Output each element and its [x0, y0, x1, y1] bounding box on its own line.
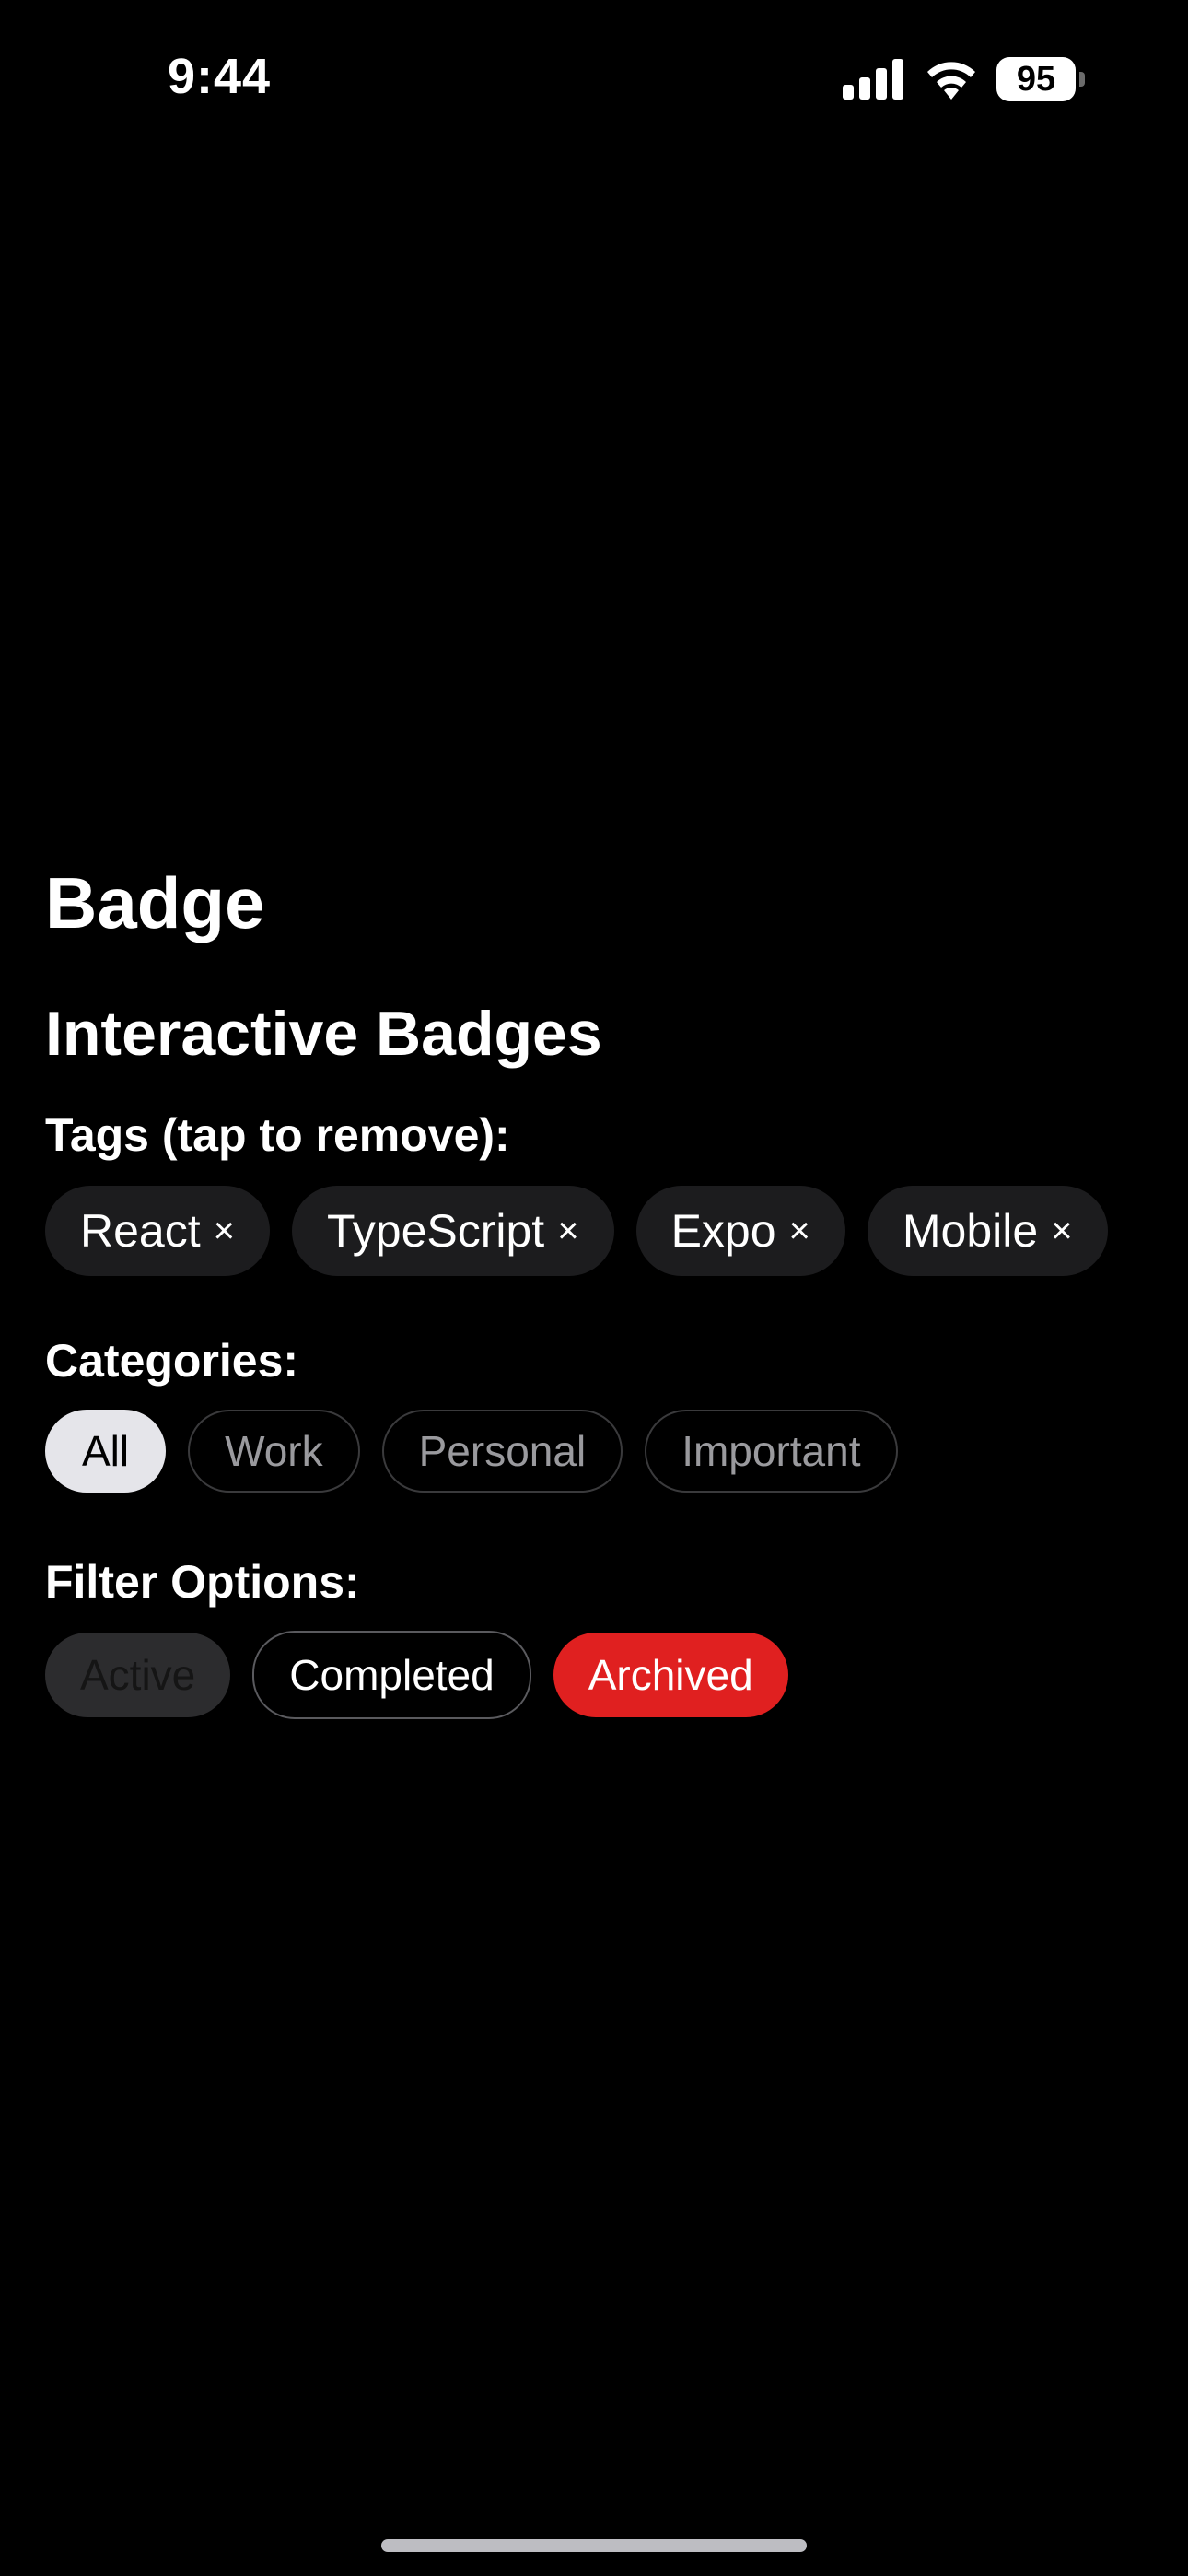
home-indicator[interactable]	[381, 2539, 807, 2552]
filters-label: Filter Options:	[45, 1556, 360, 1608]
battery-tip	[1079, 72, 1085, 87]
close-icon[interactable]: ×	[1051, 1212, 1072, 1249]
filter-badge-active[interactable]: Active	[45, 1633, 231, 1717]
filter-badge-archived[interactable]: Archived	[553, 1633, 788, 1717]
status-time: 9:44	[168, 49, 272, 104]
close-icon[interactable]: ×	[789, 1212, 810, 1249]
page-title: Badge	[45, 862, 265, 943]
tag-badge-mobile[interactable]: Mobile ×	[867, 1186, 1108, 1276]
category-badge-important[interactable]: Important	[645, 1410, 898, 1493]
signal-icon	[843, 59, 903, 100]
section-title: Interactive Badges	[45, 999, 602, 1069]
tag-badge-expo[interactable]: Expo ×	[635, 1186, 845, 1276]
category-badge-work[interactable]: Work	[188, 1410, 360, 1493]
tag-label: React	[80, 1205, 201, 1257]
wifi-icon	[927, 62, 975, 100]
tag-label: Mobile	[902, 1205, 1039, 1257]
battery-icon: 95	[996, 57, 1085, 101]
close-icon[interactable]: ×	[214, 1212, 235, 1249]
filters-row: Active Completed Archived	[45, 1631, 788, 1719]
filter-badge-completed[interactable]: Completed	[252, 1631, 531, 1719]
status-bar: 9:44 95	[0, 0, 1188, 157]
tag-label: TypeScript	[326, 1205, 545, 1257]
tags-row: React × TypeScript × Expo × Mobile ×	[45, 1186, 1108, 1276]
tag-badge-react[interactable]: React ×	[45, 1186, 270, 1276]
tag-label: Expo	[670, 1205, 776, 1257]
categories-row: All Work Personal Important	[45, 1410, 898, 1493]
battery-level: 95	[996, 57, 1076, 101]
close-icon[interactable]: ×	[557, 1212, 578, 1249]
category-badge-all[interactable]: All	[45, 1410, 167, 1493]
category-badge-personal[interactable]: Personal	[381, 1410, 623, 1493]
tags-label: Tags (tap to remove):	[45, 1109, 510, 1161]
categories-label: Categories:	[45, 1335, 299, 1387]
tag-badge-typescript[interactable]: TypeScript ×	[291, 1186, 614, 1276]
